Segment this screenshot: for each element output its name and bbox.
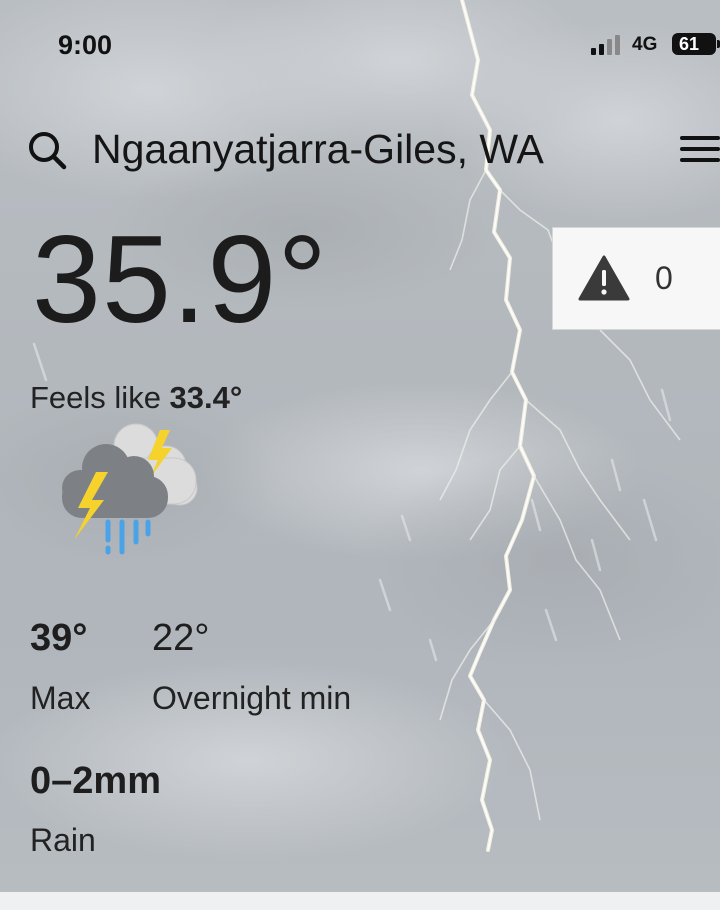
network-type: 4G <box>632 34 658 55</box>
feels-like-label: Feels like <box>30 380 170 415</box>
current-temperature: 35.9° <box>32 211 328 349</box>
cellular-signal-icon <box>591 33 625 55</box>
max-temperature: 39° <box>30 617 88 659</box>
warnings-card[interactable]: 0 <box>552 227 720 330</box>
warnings-count: 0 <box>655 260 673 296</box>
rain-label: Rain <box>30 822 96 858</box>
thunderstorm-rain-icon <box>62 423 198 555</box>
battery-level: 61 <box>678 34 700 54</box>
overnight-min-label: Overnight min <box>152 680 352 716</box>
search-button[interactable] <box>26 128 70 172</box>
max-label: Max <box>30 680 91 716</box>
warning-triangle-icon <box>578 255 630 301</box>
feels-like: Feels like 33.4° <box>30 380 242 416</box>
hamburger-menu-icon <box>680 136 720 162</box>
search-icon <box>29 132 67 170</box>
menu-button[interactable] <box>676 128 720 172</box>
location-title[interactable]: Ngaanyatjarra-Giles, WA <box>92 126 544 173</box>
feels-like-value: 33.4° <box>169 380 243 415</box>
weather-screen: 9:00 4G 61 Ngaanyatjarra-Giles, WA 35.9°… <box>0 0 720 892</box>
bottom-panel-edge <box>0 892 720 910</box>
overnight-min-temperature: 22° <box>152 617 210 659</box>
battery-icon: 61 <box>672 33 720 55</box>
rain-amount: 0–2mm <box>30 760 161 802</box>
status-time: 9:00 <box>58 30 113 60</box>
